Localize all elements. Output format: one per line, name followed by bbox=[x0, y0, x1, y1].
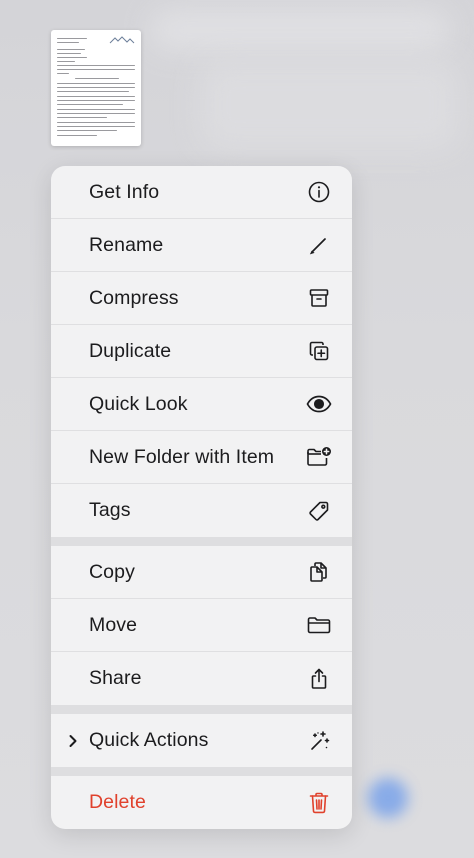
menu-item-new-folder-with-item[interactable]: New Folder with Item bbox=[51, 431, 352, 484]
blurred-background bbox=[150, 10, 450, 50]
pencil-icon bbox=[306, 232, 332, 258]
blurred-blue-dot bbox=[368, 778, 408, 818]
menu-item-delete[interactable]: Delete bbox=[51, 776, 352, 829]
menu-item-label: Rename bbox=[89, 233, 164, 256]
duplicate-plus-icon bbox=[306, 338, 332, 364]
menu-section-separator bbox=[51, 705, 352, 714]
menu-item-label: Quick Look bbox=[89, 392, 188, 415]
context-menu: Get Info Rename Compress Duplicate Quick… bbox=[51, 166, 352, 829]
menu-item-quick-actions[interactable]: Quick Actions bbox=[51, 714, 352, 767]
chevron-right-icon bbox=[67, 714, 79, 767]
menu-section-separator bbox=[51, 537, 352, 546]
menu-item-label: Tags bbox=[89, 499, 131, 521]
menu-item-label: Delete bbox=[89, 791, 146, 813]
menu-item-share[interactable]: Share bbox=[51, 652, 352, 705]
menu-item-rename[interactable]: Rename bbox=[51, 219, 352, 272]
folder-plus-icon bbox=[306, 444, 332, 470]
menu-item-label: Move bbox=[89, 613, 138, 636]
menu-item-label: Quick Actions bbox=[89, 729, 209, 751]
menu-item-tags[interactable]: Tags bbox=[51, 484, 352, 537]
menu-item-label: Share bbox=[89, 667, 142, 689]
eye-icon bbox=[306, 391, 332, 417]
menu-item-label: Get Info bbox=[89, 180, 160, 203]
menu-item-label: New Folder with Item bbox=[89, 445, 275, 468]
menu-item-compress[interactable]: Compress bbox=[51, 272, 352, 325]
menu-item-copy[interactable]: Copy bbox=[51, 546, 352, 599]
share-icon bbox=[306, 666, 332, 692]
menu-item-quick-look[interactable]: Quick Look bbox=[51, 378, 352, 431]
copy-docs-icon bbox=[306, 559, 332, 585]
menu-item-label: Compress bbox=[89, 286, 179, 309]
menu-section-separator bbox=[51, 767, 352, 776]
archive-box-icon bbox=[306, 285, 332, 311]
trash-icon bbox=[306, 790, 332, 816]
menu-item-label: Duplicate bbox=[89, 339, 172, 362]
blurred-background bbox=[200, 60, 460, 150]
menu-item-get-info[interactable]: Get Info bbox=[51, 166, 352, 219]
sparkles-wand-icon bbox=[306, 728, 332, 754]
tag-icon bbox=[306, 498, 332, 524]
menu-item-duplicate[interactable]: Duplicate bbox=[51, 325, 352, 378]
document-thumbnail[interactable] bbox=[51, 30, 141, 146]
document-logo-icon bbox=[109, 36, 135, 44]
info-circle-icon bbox=[306, 179, 332, 205]
menu-item-move[interactable]: Move bbox=[51, 599, 352, 652]
folder-icon bbox=[306, 612, 332, 638]
menu-item-label: Copy bbox=[89, 560, 135, 583]
